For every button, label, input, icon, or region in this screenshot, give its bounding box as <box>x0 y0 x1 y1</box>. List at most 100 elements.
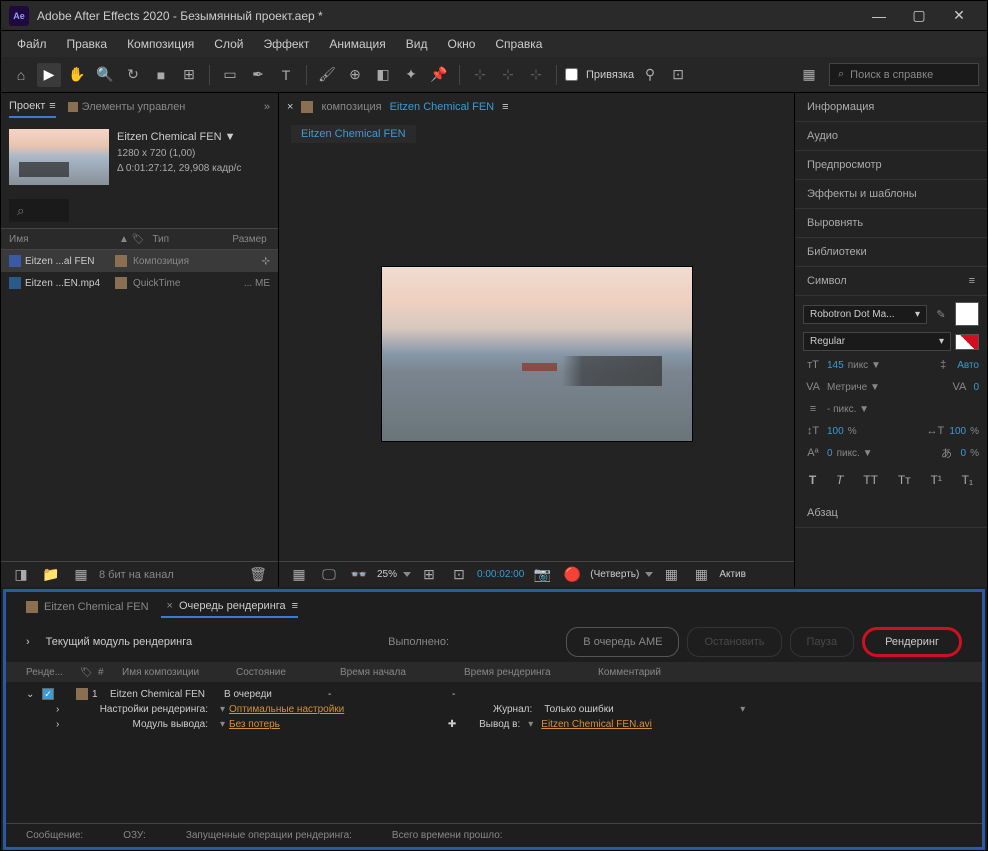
eraser-tool[interactable]: ◧ <box>371 63 395 87</box>
journal-value[interactable]: Только ошибки <box>536 704 736 715</box>
subscript-button[interactable]: T₁ <box>962 473 973 487</box>
panel-paragraph[interactable]: Абзац <box>795 499 987 528</box>
fill-swatch[interactable] <box>955 302 979 326</box>
menu-help[interactable]: Справка <box>487 33 550 55</box>
mag-icon[interactable]: ▦ <box>287 563 311 587</box>
italic-button[interactable]: T <box>836 473 843 487</box>
menu-window[interactable]: Окно <box>439 33 483 55</box>
active-cam[interactable]: Актив <box>719 569 746 580</box>
guide-icon[interactable]: ⊡ <box>447 563 471 587</box>
zoom-value[interactable]: 25% <box>377 569 397 580</box>
zoom-tool[interactable]: 🔍 <box>93 63 117 87</box>
queue-item-row[interactable]: ⌄ ✓ 1 Eitzen Chemical FEN В очереди - - <box>6 686 982 702</box>
grid-icon[interactable]: ⊞ <box>417 563 441 587</box>
pause-button[interactable]: Пауза <box>790 627 855 657</box>
mask-icon[interactable]: 👓 <box>347 563 371 587</box>
bpc-label[interactable]: 8 бит на канал <box>99 569 174 581</box>
snapshot-icon[interactable]: 📷 <box>530 563 554 587</box>
minimize-button[interactable]: — <box>869 6 889 26</box>
trash-icon[interactable]: 🗑 <box>246 563 270 587</box>
comp-tab-name[interactable]: Eitzen Chemical FEN <box>390 101 495 113</box>
queue-checkbox[interactable]: ✓ <box>42 688 54 700</box>
folder-icon[interactable]: 📁 <box>39 563 63 587</box>
close-button[interactable]: ✕ <box>949 6 969 26</box>
eyedropper-icon[interactable]: ✎ <box>931 306 951 322</box>
help-search[interactable]: ⌕ Поиск в справке <box>829 63 979 86</box>
maximize-button[interactable]: ▢ <box>909 6 929 26</box>
snap-checkbox[interactable] <box>565 68 578 81</box>
menu-edit[interactable]: Правка <box>59 33 116 55</box>
panel-audio[interactable]: Аудио <box>795 122 987 151</box>
menu-composition[interactable]: Композиция <box>119 33 202 55</box>
view2-icon[interactable]: ▦ <box>689 563 713 587</box>
font-family-dropdown[interactable]: Robotron Dot Ma...▾ <box>803 305 927 324</box>
interp-icon[interactable]: ◨ <box>9 563 33 587</box>
comp-breadcrumb[interactable]: Eitzen Chemical FEN <box>291 125 416 143</box>
stroke-value[interactable]: - пикс. ▼ <box>827 404 869 415</box>
brush-tool[interactable]: 🖌 <box>315 63 339 87</box>
font-style-dropdown[interactable]: Regular▾ <box>803 332 951 351</box>
menu-file[interactable]: Файл <box>9 33 55 55</box>
tab-elements[interactable]: Элементы управлен <box>68 97 186 117</box>
x-icon[interactable]: × <box>287 101 293 113</box>
render-button[interactable]: Рендеринг <box>862 627 962 657</box>
tracking-value[interactable]: 0 <box>973 382 979 393</box>
panel-align[interactable]: Выровнять <box>795 209 987 238</box>
view-axis-icon[interactable]: ⊹ <box>524 63 548 87</box>
view1-icon[interactable]: ▦ <box>659 563 683 587</box>
timecode[interactable]: 0:00:02:00 <box>477 569 524 580</box>
world-axis-icon[interactable]: ⊹ <box>496 63 520 87</box>
channel-icon[interactable]: 🔴 <box>560 563 584 587</box>
snap-grid-icon[interactable]: ⊡ <box>666 63 690 87</box>
comp-preview[interactable] <box>382 267 692 441</box>
bold-button[interactable]: T <box>809 473 816 487</box>
superscript-button[interactable]: T¹ <box>930 473 941 487</box>
expand-icon[interactable]: › <box>26 636 30 648</box>
camera-tool[interactable]: ■ <box>149 63 173 87</box>
menu-effect[interactable]: Эффект <box>255 33 317 55</box>
hand-tool[interactable]: ✋ <box>65 63 89 87</box>
project-search[interactable] <box>9 199 69 222</box>
kerning-value[interactable]: Метриче ▼ <box>827 382 880 393</box>
stop-button[interactable]: Остановить <box>687 627 781 657</box>
orbit-tool[interactable]: ↻ <box>121 63 145 87</box>
snap-opts-icon[interactable]: ⚲ <box>638 63 662 87</box>
project-item[interactable]: Eitzen ...al FEN Композиция ⊹ <box>1 250 278 272</box>
output-module-link[interactable]: Без потерь <box>229 719 280 730</box>
pen-tool[interactable]: ✒ <box>246 63 270 87</box>
workspace-icon[interactable]: ▦ <box>797 63 821 87</box>
clone-tool[interactable]: ⊕ <box>343 63 367 87</box>
puppet-tool[interactable]: 📌 <box>427 63 451 87</box>
panel-effects[interactable]: Эффекты и шаблоны <box>795 180 987 209</box>
panel-preview[interactable]: Предпросмотр <box>795 151 987 180</box>
allcaps-button[interactable]: TT <box>863 473 878 487</box>
hscale-value[interactable]: 100 <box>949 426 966 437</box>
roto-tool[interactable]: ✦ <box>399 63 423 87</box>
rect-tool[interactable]: ▭ <box>218 63 242 87</box>
tsume-value[interactable]: 0 <box>961 448 967 459</box>
project-item[interactable]: Eitzen ...EN.mp4 QuickTime ... ME <box>1 272 278 294</box>
quality-label[interactable]: (Четверть) <box>590 569 639 580</box>
comp-icon[interactable]: ▦ <box>69 563 93 587</box>
monitor-icon[interactable]: 🖵 <box>317 563 341 587</box>
selection-tool[interactable]: ▶ <box>37 63 61 87</box>
menu-layer[interactable]: Слой <box>206 33 251 55</box>
menu-view[interactable]: Вид <box>398 33 436 55</box>
tab-timeline[interactable]: Eitzen Chemical FEN <box>26 597 149 617</box>
text-tool[interactable]: T <box>274 63 298 87</box>
panel-info[interactable]: Информация <box>795 93 987 122</box>
vscale-value[interactable]: 100 <box>827 426 844 437</box>
tab-render-queue[interactable]: ×Очередь рендеринга ≡ <box>161 596 299 618</box>
home-tool[interactable]: ⌂ <box>9 63 33 87</box>
pan-behind-tool[interactable]: ⊞ <box>177 63 201 87</box>
smallcaps-button[interactable]: Tᴛ <box>898 473 911 487</box>
leading-value[interactable]: Авто <box>957 360 979 371</box>
add-output-icon[interactable]: ✚ <box>448 719 456 730</box>
output-to-link[interactable]: Eitzen Chemical FEN.avi <box>541 719 652 730</box>
panel-character[interactable]: Символ≡ <box>795 267 987 296</box>
render-settings-link[interactable]: Оптимальные настройки <box>229 704 344 715</box>
ame-button[interactable]: В очередь AME <box>566 627 679 657</box>
font-size-value[interactable]: 145 <box>827 360 844 371</box>
stroke-swatch[interactable] <box>955 334 979 350</box>
tab-project[interactable]: Проект ≡ <box>9 96 56 118</box>
